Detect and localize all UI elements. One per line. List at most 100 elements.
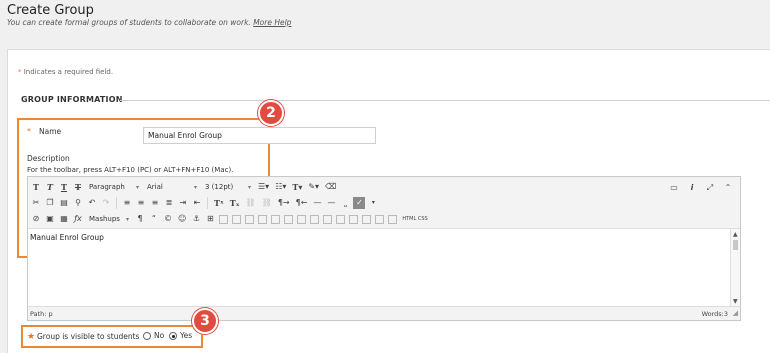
section-divider (120, 100, 770, 101)
paragraph-icon[interactable]: ¶ (134, 212, 146, 226)
editor-toolbar: T T T T Paragraph ▾ Arial ▾ 3 (12pt) ▾ ☰▾ ☷… (28, 177, 740, 229)
mashups-select[interactable]: Mashups ▾ (86, 213, 132, 226)
align-center-icon[interactable]: ≡ (135, 196, 147, 210)
editor-statusbar: Path: p Words:3 ◢ (28, 306, 740, 320)
radio-no-label: No (154, 331, 165, 340)
section-title: GROUP INFORMATION (21, 95, 123, 104)
spellcheck-icon[interactable]: ✓ (353, 197, 366, 209)
horizontal-rule-icon[interactable]: — (311, 196, 323, 210)
subscript-icon[interactable]: Tₓ (228, 196, 242, 210)
unlink-icon[interactable]: ⛓ (260, 196, 274, 210)
cut-icon[interactable]: ✂ (30, 196, 42, 210)
emoji-icon[interactable]: ☺ (176, 212, 188, 226)
more-help-link[interactable]: More Help (253, 18, 291, 27)
page-title: Create Group (7, 3, 94, 18)
numbered-list-icon[interactable]: ☷▾ (273, 180, 288, 194)
nbsp-icon[interactable]: ⎵ (339, 196, 351, 210)
collapse-icon[interactable]: ⌃ (722, 181, 734, 195)
font-select-value: Arial (147, 182, 163, 191)
size-select-value: 3 (12pt) (205, 182, 234, 191)
table-tool-icon[interactable] (284, 214, 294, 224)
table-tool-icon[interactable] (310, 214, 320, 224)
anchor-icon[interactable]: ⚓ (190, 212, 202, 226)
font-select[interactable]: Arial ▾ (144, 181, 200, 194)
text-color-icon[interactable]: T▾ (290, 180, 304, 194)
align-left-icon[interactable]: ≡ (121, 196, 133, 210)
radio-no[interactable] (143, 332, 151, 340)
table-tool-icon[interactable] (388, 214, 398, 224)
redo-icon[interactable]: ↷ (100, 196, 112, 210)
word-count: Words:3 (701, 310, 728, 318)
table-tool-icon[interactable] (349, 214, 359, 224)
scroll-thumb[interactable] (733, 240, 738, 250)
preview-icon[interactable]: ▭ (668, 181, 680, 195)
rtl-icon[interactable]: ¶← (294, 196, 310, 210)
undo-icon[interactable]: ↶ (86, 196, 98, 210)
toolbar-row-3: ⊘ ▣ ▦ ƒx Mashups ▾ ¶ “ © ☺ ⚓ ⊞ HTML CSS (30, 211, 430, 227)
paste-icon[interactable]: ▤ (58, 196, 70, 210)
table-tool-icon[interactable] (297, 214, 307, 224)
page-subtitle: You can create formal groups of students… (7, 18, 291, 27)
table-tool-icon[interactable] (258, 214, 268, 224)
table-tool-icon[interactable] (245, 214, 255, 224)
format-select-value: Paragraph (89, 182, 125, 191)
editor-scrollbar[interactable]: ▲ ▼ (730, 229, 740, 307)
table-tool-icon[interactable] (232, 214, 242, 224)
html-css-button[interactable]: HTML CSS (400, 212, 429, 226)
toolbar-row-2: ✂ ❐ ▤ ⚲ ↶ ↷ ≡ ≡ ≡ ≣ ⇥ ⇤ Tˣ Tₓ ⛓ ⛓ ¶→ ¶← … (30, 195, 379, 211)
indent-icon[interactable]: ⇥ (177, 196, 189, 210)
align-right-icon[interactable]: ≡ (149, 196, 161, 210)
italic-button[interactable]: T (44, 180, 56, 194)
underline-button[interactable]: T (58, 180, 70, 194)
table-tool-icon[interactable] (336, 214, 346, 224)
editor-path: Path: p (30, 310, 53, 318)
bullet-list-icon[interactable]: ☰▾ (256, 180, 271, 194)
table-tool-icon[interactable] (362, 214, 372, 224)
line-icon[interactable]: — (325, 196, 337, 210)
caret-icon: ▾ (125, 215, 129, 223)
toolbar-separator (207, 197, 208, 209)
table-tool-icon[interactable] (219, 214, 229, 224)
quote-icon[interactable]: “ (148, 212, 160, 226)
attach-icon[interactable]: ⊘ (30, 212, 42, 226)
table-icon[interactable]: ⊞ (204, 212, 216, 226)
description-label: Description (27, 154, 70, 163)
description-editor[interactable]: T T T T Paragraph ▾ Arial ▾ 3 (12pt) ▾ ☰▾ ☷… (27, 176, 741, 321)
ltr-icon[interactable]: ¶→ (276, 196, 292, 210)
strikethrough-button[interactable]: T (72, 180, 84, 194)
media-icon[interactable]: ▦ (58, 212, 70, 226)
formula-icon[interactable]: ƒx (72, 212, 84, 226)
size-select[interactable]: 3 (12pt) ▾ (202, 181, 254, 194)
table-tool-icon[interactable] (271, 214, 281, 224)
radio-yes[interactable] (169, 332, 177, 340)
find-icon[interactable]: ⚲ (72, 196, 84, 210)
copyright-icon[interactable]: © (162, 212, 174, 226)
radio-yes-label: Yes (180, 331, 193, 340)
info-icon[interactable]: i (686, 181, 698, 195)
name-input[interactable]: Manual Enrol Group (143, 127, 376, 144)
required-star: * (18, 68, 22, 76)
scroll-up-icon[interactable]: ▲ (733, 231, 738, 238)
required-field-note: * Indicates a required field. (18, 68, 113, 76)
fullscreen-icon[interactable]: ⤢ (704, 181, 716, 195)
justify-icon[interactable]: ≣ (163, 196, 175, 210)
format-select[interactable]: Paragraph ▾ (86, 181, 142, 194)
visible-label: Group is visible to students (37, 332, 140, 341)
resize-grip-icon[interactable]: ◢ (733, 309, 738, 317)
outdent-icon[interactable]: ⇤ (191, 196, 203, 210)
editor-content[interactable]: Manual Enrol Group (30, 233, 104, 242)
bold-button[interactable]: T (30, 180, 42, 194)
mashups-label: Mashups (89, 214, 120, 223)
visible-required-star: ★ (27, 332, 36, 342)
copy-icon[interactable]: ❐ (44, 196, 56, 210)
superscript-icon[interactable]: Tˣ (212, 196, 226, 210)
link-icon[interactable]: ⛓ (244, 196, 258, 210)
spellcheck-caret-icon[interactable]: ▾ (367, 196, 379, 210)
table-tool-icon[interactable] (323, 214, 333, 224)
caret-icon: ▾ (193, 183, 197, 191)
image-icon[interactable]: ▣ (44, 212, 56, 226)
table-tool-icon[interactable] (375, 214, 385, 224)
scroll-down-icon[interactable]: ▼ (733, 298, 738, 305)
highlight-icon[interactable]: ✎▾ (306, 180, 321, 194)
eraser-icon[interactable]: ⌫ (323, 180, 338, 194)
